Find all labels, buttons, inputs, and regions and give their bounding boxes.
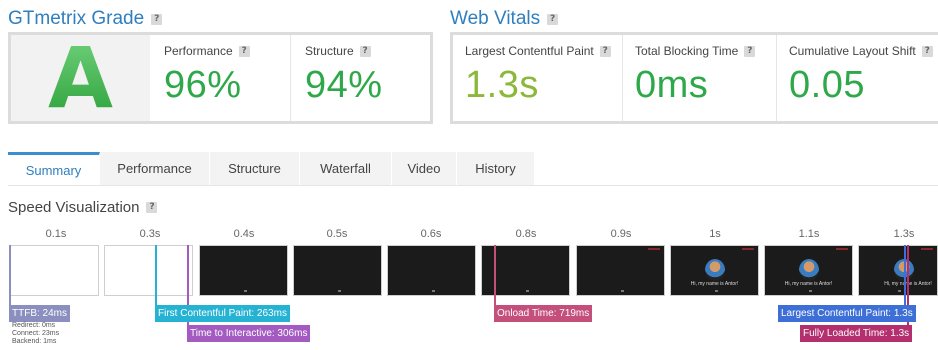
grade-panel: A Performance ? 96% Structure ? 94% (8, 32, 433, 124)
frame-marker (337, 290, 341, 292)
frame-caption: Hi, my name is Antor! (690, 281, 739, 287)
filmstrip-frame[interactable]: Hi, my name is Antor! (858, 245, 938, 296)
filmstrip-frame[interactable] (576, 245, 665, 296)
help-icon[interactable]: ? (599, 45, 611, 57)
frame-marker (431, 290, 435, 292)
tab-history[interactable]: History (457, 152, 535, 185)
tbt-vital: Total Blocking Time ? 0ms (621, 35, 776, 121)
avatar (704, 259, 725, 281)
help-icon[interactable]: ? (921, 45, 933, 57)
help-icon[interactable]: ? (744, 45, 756, 57)
ttfb-breakdown: Redirect: 0ms Connect: 23ms Backend: 1ms (12, 322, 59, 346)
structure-metric: Structure ? 94% (289, 35, 430, 121)
cls-vital: Cumulative Layout Shift ? 0.05 (776, 35, 938, 121)
speed-visualization-title-text: Speed Visualization (8, 199, 140, 216)
filmstrip-frame[interactable] (387, 245, 476, 296)
performance-label-text: Performance (163, 44, 233, 58)
frame-marker (620, 290, 624, 292)
performance-label: Performance ? (164, 44, 290, 58)
frame-topbar (921, 248, 933, 250)
tab-video[interactable]: Video (392, 152, 457, 185)
performance-metric: Performance ? 96% (150, 35, 290, 121)
cls-value: 0.05 (789, 64, 865, 106)
time-label: 0.6s (420, 228, 442, 240)
frame-marker (714, 290, 718, 292)
ttfb-marker: TTFB: 24ms (9, 305, 71, 322)
tbt-label: Total Blocking Time ? (635, 44, 776, 58)
fully-loaded-marker: Fully Loaded Time: 1.3s (800, 325, 913, 342)
time-label: 0.1s (45, 228, 67, 240)
speed-visualization-title: Speed Visualization ? (8, 199, 158, 216)
redirect-stat: Redirect: 0ms (12, 322, 56, 329)
tab-structure[interactable]: Structure (210, 152, 300, 185)
tab-divider (8, 185, 938, 186)
tbt-value: 0ms (634, 64, 709, 106)
lcp-label: Largest Contentful Paint ? (465, 44, 622, 58)
backend-stat: Backend: 1ms (12, 338, 57, 345)
grade-letter-cell: A (11, 35, 150, 121)
connect-stat: Connect: 23ms (12, 330, 60, 337)
gtmetrix-grade-title-text: GTmetrix Grade (8, 8, 145, 29)
frame-topbar (836, 248, 848, 250)
onload-line (494, 245, 496, 305)
structure-label-text: Structure (304, 44, 354, 58)
time-label: 1s (709, 228, 721, 240)
avatar (798, 259, 819, 281)
tab-performance[interactable]: Performance (100, 152, 210, 185)
frame-marker (808, 290, 812, 292)
time-label: 0.3s (139, 228, 161, 240)
lcp-value: 1.3s (465, 64, 539, 106)
structure-value: 94% (304, 64, 383, 106)
filmstrip-frame[interactable] (10, 245, 99, 296)
time-label: 0.4s (233, 228, 255, 240)
cls-label-text: Cumulative Layout Shift (789, 44, 916, 58)
time-label: 0.8s (515, 228, 537, 240)
report-tabs: Summary Performance Structure Waterfall … (8, 152, 535, 185)
lcp-vital: Largest Contentful Paint ? 1.3s (453, 35, 622, 121)
fcp-line (155, 245, 157, 305)
time-label: 0.5s (326, 228, 348, 240)
help-icon[interactable]: ? (151, 13, 163, 25)
help-icon[interactable]: ? (547, 13, 559, 25)
gtmetrix-grade-title: GTmetrix Grade ? (8, 8, 163, 30)
web-vitals-panel: Largest Contentful Paint ? 1.3s Total Bl… (450, 32, 938, 124)
tab-waterfall[interactable]: Waterfall (300, 152, 392, 185)
tab-summary[interactable]: Summary (8, 152, 100, 185)
frame-marker (525, 290, 529, 292)
onload-marker: Onload Time: 719ms (494, 305, 593, 322)
tti-marker: Time to Interactive: 306ms (187, 325, 311, 342)
frame-topbar (742, 248, 754, 250)
filmstrip-frame[interactable] (199, 245, 288, 296)
frame-caption: Hi, my name is Antor! (784, 281, 833, 287)
grade-letter: A (47, 29, 113, 127)
time-label: 1.1s (798, 228, 820, 240)
help-icon[interactable]: ? (146, 202, 158, 213)
web-vitals-title-text: Web Vitals (450, 8, 541, 29)
cls-label: Cumulative Layout Shift ? (789, 44, 938, 58)
tbt-label-text: Total Blocking Time (634, 44, 739, 58)
fcp-marker: First Contentful Paint: 263ms (155, 305, 290, 322)
filmstrip-frame[interactable] (104, 245, 193, 296)
frame-marker (243, 290, 247, 292)
lcp-marker: Largest Contentful Paint: 1.3s (778, 305, 916, 322)
filmstrip-frame[interactable]: Hi, my name is Antor! (670, 245, 759, 296)
lcp-label-text: Largest Contentful Paint (465, 44, 594, 58)
time-label: 0.9s (610, 228, 632, 240)
frame-topbar (648, 248, 660, 250)
filmstrip-frame[interactable] (293, 245, 382, 296)
web-vitals-title: Web Vitals ? (450, 8, 559, 30)
performance-value: 96% (163, 64, 242, 106)
ttfb-line (9, 245, 11, 305)
help-icon[interactable]: ? (359, 45, 371, 57)
help-icon[interactable]: ? (238, 45, 250, 57)
time-label: 1.3s (893, 228, 915, 240)
lcp-line (904, 245, 906, 305)
frame-marker (898, 290, 901, 292)
structure-label: Structure ? (305, 44, 430, 58)
filmstrip-frame[interactable]: Hi, my name is Antor! (764, 245, 853, 296)
